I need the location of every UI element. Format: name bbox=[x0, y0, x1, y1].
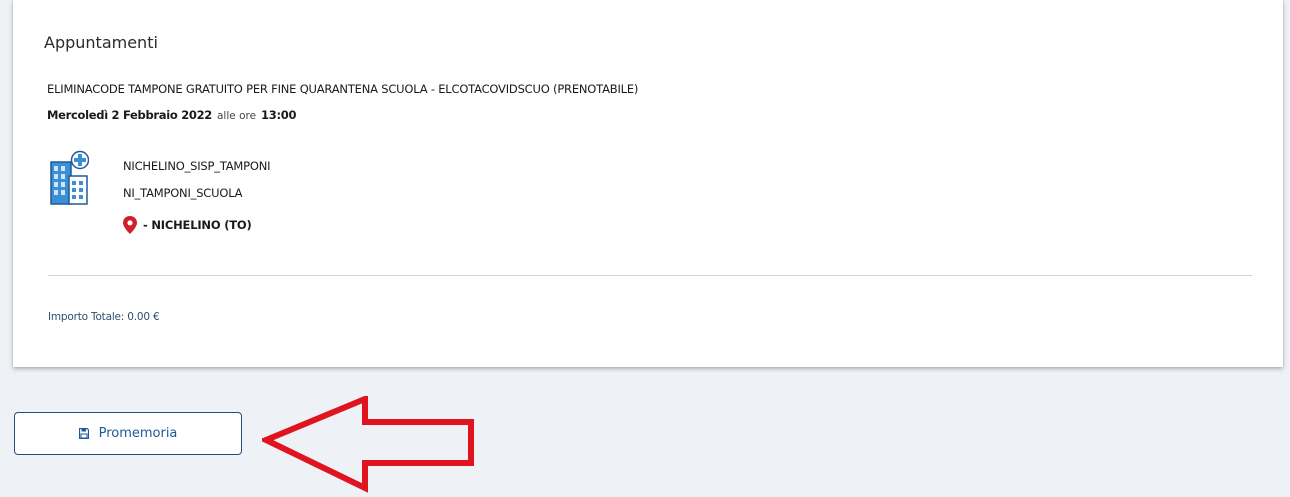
section-title: Appuntamenti bbox=[44, 33, 158, 52]
map-pin-icon bbox=[123, 216, 137, 234]
appointment-card: Appuntamenti ELIMINACODE TAMPONE GRATUIT… bbox=[13, 0, 1283, 367]
service-name: ELIMINACODE TAMPONE GRATUITO PER FINE QU… bbox=[47, 82, 639, 96]
divider bbox=[48, 275, 1252, 276]
appointment-datetime: Mercoledì 2 Febbraio 2022 alle ore 13:00 bbox=[47, 108, 296, 122]
reminder-button[interactable]: Promemoria bbox=[14, 412, 242, 455]
total-amount: Importo Totale: 0.00 € bbox=[48, 311, 160, 323]
red-arrow bbox=[262, 396, 474, 493]
appointment-date: Mercoledì 2 Febbraio 2022 bbox=[47, 108, 212, 122]
location-line: - NICHELINO (TO) bbox=[123, 216, 252, 234]
appointment-time: 13:00 bbox=[261, 108, 297, 122]
reminder-button-label: Promemoria bbox=[98, 426, 178, 441]
hospital-building-icon bbox=[50, 150, 89, 205]
time-prefix: alle ore bbox=[217, 110, 257, 122]
city-name: - NICHELINO (TO) bbox=[143, 218, 252, 232]
facility-name: NICHELINO_SISP_TAMPONI bbox=[123, 159, 271, 173]
save-icon bbox=[78, 428, 89, 439]
unit-name: NI_TAMPONI_SCUOLA bbox=[123, 186, 243, 200]
